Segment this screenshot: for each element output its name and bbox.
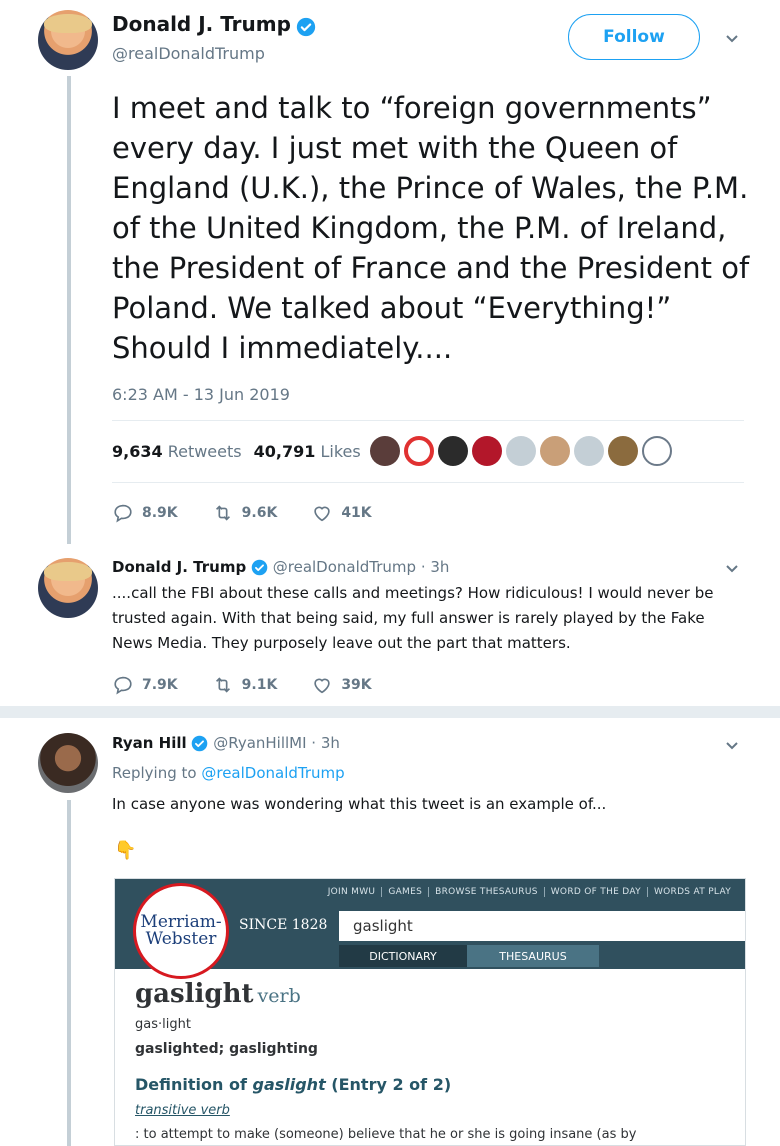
replying-to: Replying to @realDonaldTrump [112, 764, 345, 782]
liker-avatar[interactable] [472, 436, 502, 466]
mw-search-box: gaslight [339, 911, 745, 941]
author-name[interactable]: Ryan Hill [112, 734, 187, 752]
attached-image[interactable]: JOIN MWU GAMES BROWSE THESAURUS WORD OF THE… [114, 878, 746, 1146]
mw-nav-link: GAMES [382, 887, 430, 897]
chevron-down-icon[interactable] [724, 737, 740, 753]
reply-header: Ryan Hill @RyanHillMI · 3h [112, 734, 340, 752]
divider [112, 482, 744, 483]
mw-since: SINCE 1828 [239, 917, 328, 933]
author-header: Donald J. Trump [112, 12, 316, 37]
mw-tab-thesaurus: THESAURUS [467, 945, 599, 967]
tweet-text: I meet and talk to “foreign governments”… [112, 91, 750, 365]
tweet-actions: 8.9K 9.6K 41K [112, 502, 372, 524]
section-separator [0, 706, 780, 718]
verified-icon [296, 17, 316, 36]
liker-avatar[interactable] [438, 436, 468, 466]
thread-line [67, 800, 71, 1146]
author-handle[interactable]: @RyanHillMI · 3h [213, 734, 340, 752]
reply-header: Donald J. Trump @realDonaldTrump · 3h [112, 558, 449, 576]
tweet-timestamp[interactable]: 6:23 AM - 13 Jun 2019 [112, 385, 290, 404]
mw-nav-links: JOIN MWU GAMES BROWSE THESAURUS WORD OF THE… [321, 887, 737, 897]
reply-icon [114, 676, 132, 695]
avatar[interactable] [38, 10, 98, 70]
retweet-button[interactable]: 9.6K [212, 502, 277, 524]
liker-avatar[interactable] [608, 436, 638, 466]
verified-icon [192, 735, 208, 752]
avatar[interactable] [38, 558, 98, 618]
retweet-button[interactable]: 9.1K [212, 674, 277, 696]
mw-nav-link: WORDS AT PLAY [653, 887, 731, 897]
mw-logo: Merriam- Webster [133, 883, 229, 979]
liker-avatar[interactable] [642, 436, 672, 466]
liker-avatar[interactable] [540, 436, 570, 466]
likes-stat[interactable]: 40,791 Likes [254, 442, 361, 461]
tweet-stats: 9,634 Retweets 40,791 Likes [112, 442, 361, 461]
likers-avatars [370, 436, 672, 466]
tweet-actions: 7.9K 9.1K 39K [112, 674, 372, 696]
heart-icon [314, 506, 331, 522]
replying-to-link[interactable]: @realDonaldTrump [201, 764, 344, 782]
author-name[interactable]: Donald J. Trump [112, 558, 246, 576]
follow-button[interactable]: Follow [568, 14, 700, 60]
tweet-text: ....call the FBI about these calls and m… [112, 584, 714, 652]
verified-icon [251, 559, 268, 576]
mw-nav-link: BROWSE THESAURUS [429, 887, 545, 897]
mw-syllables: gas·light [135, 1017, 191, 1032]
mw-tab-dictionary: DICTIONARY [339, 945, 467, 967]
avatar[interactable] [38, 733, 98, 793]
tweet-text: In case anyone was wondering what this t… [112, 795, 607, 813]
like-button[interactable]: 41K [311, 502, 372, 524]
mw-nav-link: JOIN MWU [321, 887, 383, 897]
retweet-icon [215, 677, 230, 693]
chevron-down-icon[interactable] [724, 560, 740, 576]
author-handle[interactable]: @realDonaldTrump [112, 44, 265, 63]
liker-avatar[interactable] [506, 436, 536, 466]
retweets-stat[interactable]: 9,634 Retweets [112, 442, 242, 461]
like-button[interactable]: 39K [311, 674, 372, 696]
retweet-icon [215, 505, 230, 521]
mw-nav-link: WORD OF THE DAY [544, 887, 648, 897]
mw-headword: gaslight verb [135, 979, 301, 1009]
reply-button[interactable]: 7.9K [112, 674, 178, 696]
liker-avatar[interactable] [404, 436, 434, 466]
pointing-down-icon: 👇 [114, 840, 137, 861]
author-handle[interactable]: @realDonaldTrump · 3h [273, 558, 450, 576]
heart-icon [314, 678, 331, 694]
mw-search-value: gaslight [353, 917, 413, 935]
liker-avatar[interactable] [574, 436, 604, 466]
divider [112, 420, 744, 421]
mw-tabs: DICTIONARY THESAURUS [339, 945, 599, 967]
author-name[interactable]: Donald J. Trump [112, 12, 291, 36]
mw-part-of-speech: verb [257, 985, 301, 1007]
reply-button[interactable]: 8.9K [112, 502, 178, 524]
liker-avatar[interactable] [370, 436, 400, 466]
mw-sense-text: : to attempt to make (someone) believe t… [135, 1127, 637, 1142]
chevron-down-icon[interactable] [724, 30, 740, 46]
mw-definition-heading: Definition of gaslight (Entry 2 of 2) [135, 1075, 452, 1094]
thread-line [67, 76, 71, 544]
mw-inflections: gaslighted; gaslighting [135, 1041, 318, 1057]
mw-transitive-label: transitive verb [135, 1103, 230, 1118]
reply-icon [114, 504, 132, 523]
